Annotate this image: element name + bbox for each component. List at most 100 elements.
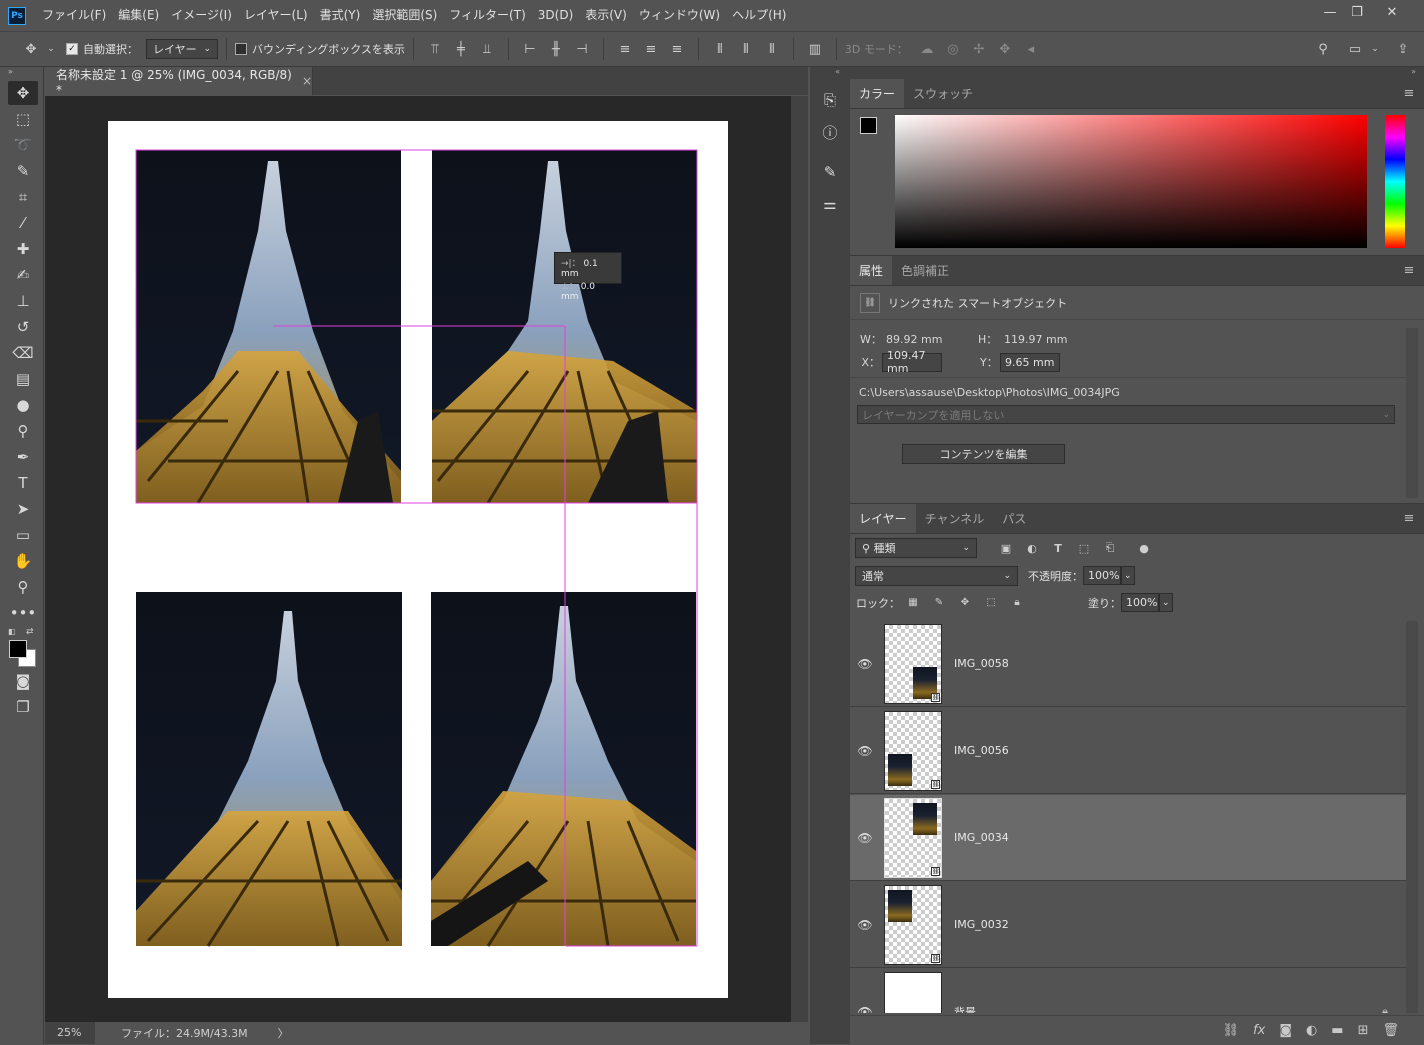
default-colors-icon[interactable]: ◧ [8,627,16,636]
menu-layer[interactable]: レイヤー(L) [238,0,314,31]
collapse-icon[interactable]: » [0,67,43,79]
info-panel-icon[interactable]: ⓘ [816,119,844,145]
fx-icon[interactable]: fx [1253,1023,1265,1038]
layer-row-selected[interactable]: 👁︎ ⛓ IMG_0034 [850,795,1406,881]
layer-name[interactable]: IMG_0032 [954,918,1009,931]
orbit-3d-icon[interactable]: ☁ [916,38,938,60]
marquee-tool-icon[interactable]: ⬚ [8,107,38,131]
close-button[interactable]: ✕ [1378,0,1406,24]
layer-row[interactable]: 👁︎ ⛓ IMG_0032 [850,882,1406,968]
type-tool-icon[interactable]: T [8,471,38,495]
panel-menu-icon[interactable]: ≡ [1394,256,1424,285]
expand-panels-icon[interactable]: » [8,67,20,79]
menu-window[interactable]: ウィンドウ(W) [633,0,726,31]
distribute-right-icon[interactable]: ⦀ [761,38,783,60]
layer-filter-dropdown[interactable]: ⚲ 種類 ⌄ [855,538,977,558]
healing-brush-tool-icon[interactable]: ✚ [8,237,38,261]
menu-help[interactable]: ヘルプ(H) [726,0,792,31]
minimize-button[interactable]: — [1316,0,1344,24]
distribute-left-icon[interactable]: ⦀ [709,38,731,60]
visibility-eye-icon[interactable]: 👁︎ [850,657,880,671]
chevron-down-icon[interactable]: ⌄ [1159,593,1173,612]
zoom-level[interactable]: 25% [45,1022,95,1044]
move-tool-preset-icon[interactable]: ✥ [20,38,42,60]
brush-tool-icon[interactable]: ✍ [8,263,38,287]
crop-tool-icon[interactable]: ⌗ [8,185,38,209]
distribute-hcenter-icon[interactable]: ⦀ [735,38,757,60]
menu-filter[interactable]: フィルター(T) [443,0,531,31]
tab-properties[interactable]: 属性 [850,256,893,285]
width-value[interactable]: 89.92 mm [886,333,976,346]
lock-artboard-icon[interactable]: ⬚ [980,592,1002,614]
menu-file[interactable]: ファイル(F) [36,0,112,31]
height-value[interactable]: 119.97 mm [1004,333,1067,346]
chevron-down-icon[interactable]: ⌄ [1370,38,1380,60]
align-vcenter-icon[interactable]: ╪ [450,38,472,60]
maximize-button[interactable]: ❐ [1343,0,1371,24]
filter-adjustment-icon[interactable]: ◐ [1021,537,1043,559]
screen-mode-icon[interactable]: ❐ [8,695,38,719]
opacity-input[interactable]: 100% [1083,566,1121,585]
eyedropper-tool-icon[interactable]: ⁄ [8,211,38,235]
hand-tool-icon[interactable]: ✋ [8,549,38,573]
workspace-icon[interactable]: ▭ [1344,38,1366,60]
more-tools-icon[interactable]: ••• [8,601,38,625]
camera-3d-icon[interactable]: ◂ [1020,38,1042,60]
add-mask-icon[interactable]: ◙ [1279,1023,1292,1038]
canvas-area[interactable]: →|： 0.1 mm ⊥： 0.0 mm [45,96,791,1022]
layer-comp-dropdown[interactable]: レイヤーカンプを適用しない ⌄ [857,405,1395,424]
auto-select-toggle[interactable]: ✓ 自動選択： [66,41,138,57]
visibility-eye-icon[interactable]: 👁︎ [850,1005,880,1014]
menu-image[interactable]: イメージ(I) [165,0,238,31]
show-bounding-box-toggle[interactable]: バウンディングボックスを表示 [235,41,405,57]
layer-name[interactable]: 背景 [954,1004,976,1014]
auto-align-icon[interactable]: ▥ [804,38,826,60]
move-tool-icon[interactable]: ✥ [8,81,38,105]
document-canvas[interactable]: →|： 0.1 mm ⊥： 0.0 mm [108,121,728,998]
tab-channels[interactable]: チャンネル [916,504,994,533]
x-position-input[interactable]: 109.47 mm [882,349,942,375]
blend-mode-dropdown[interactable]: 通常 ⌄ [855,565,1018,586]
menu-3d[interactable]: 3D(D) [532,0,579,31]
layers-scrollbar[interactable] [1406,621,1418,1013]
adjustment-layer-icon[interactable]: ◐ [1306,1023,1317,1038]
quick-select-tool-icon[interactable]: ✎ [8,159,38,183]
rectangle-tool-icon[interactable]: ▭ [8,523,38,547]
foreground-color-swatch[interactable] [9,640,27,658]
align-right-icon[interactable]: ⊣ [571,38,593,60]
search-icon[interactable]: ⚲ [1312,38,1334,60]
filter-toggle-icon[interactable]: ● [1133,537,1155,559]
lock-transparent-icon[interactable]: ▦ [902,592,924,614]
visibility-eye-icon[interactable]: 👁︎ [850,918,880,932]
lock-image-icon[interactable]: ✎ [928,592,950,614]
layer-row[interactable]: 👁︎ ⛓ IMG_0056 [850,708,1406,794]
filter-type-icon[interactable]: T [1047,537,1069,559]
history-panel-icon[interactable]: ⎘ [816,87,844,113]
gradient-tool-icon[interactable]: ▤ [8,367,38,391]
layer-row[interactable]: 👁︎ ⛓ IMG_0058 [850,621,1406,707]
document-tab[interactable]: 名称未設定 1 @ 25% (IMG_0034, RGB/8) * × [45,67,313,97]
zoom-tool-icon[interactable]: ⚲ [8,575,38,599]
layer-row-background[interactable]: 👁︎ 背景 🔒︎ [850,969,1406,1013]
menu-view[interactable]: 表示(V) [579,0,633,31]
visibility-eye-icon[interactable]: 👁︎ [850,831,880,845]
tab-paths[interactable]: パス [993,504,1035,533]
layer-name[interactable]: IMG_0058 [954,657,1009,670]
lasso-tool-icon[interactable]: ➰ [8,133,38,157]
align-hcenter-icon[interactable]: ╫ [545,38,567,60]
properties-scrollbar[interactable] [1406,328,1418,498]
hue-slider[interactable] [1385,115,1405,248]
checkbox-checked-icon[interactable]: ✓ [66,43,78,55]
dodge-tool-icon[interactable]: ⚲ [8,419,38,443]
path-select-tool-icon[interactable]: ➤ [8,497,38,521]
align-top-icon[interactable]: ⫪ [424,38,446,60]
lock-position-icon[interactable]: ✥ [954,592,976,614]
new-layer-icon[interactable]: ⊞ [1358,1023,1369,1038]
delete-layer-icon[interactable]: 🗑︎ [1382,1023,1399,1038]
panel-menu-icon[interactable]: ≡ [1394,79,1424,108]
color-fg-swatch[interactable] [860,117,877,134]
align-left-icon[interactable]: ⊢ [519,38,541,60]
auto-select-target-dropdown[interactable]: レイヤー ⌄ [146,39,218,59]
visibility-eye-icon[interactable]: 👁︎ [850,744,880,758]
menu-edit[interactable]: 編集(E) [112,0,165,31]
